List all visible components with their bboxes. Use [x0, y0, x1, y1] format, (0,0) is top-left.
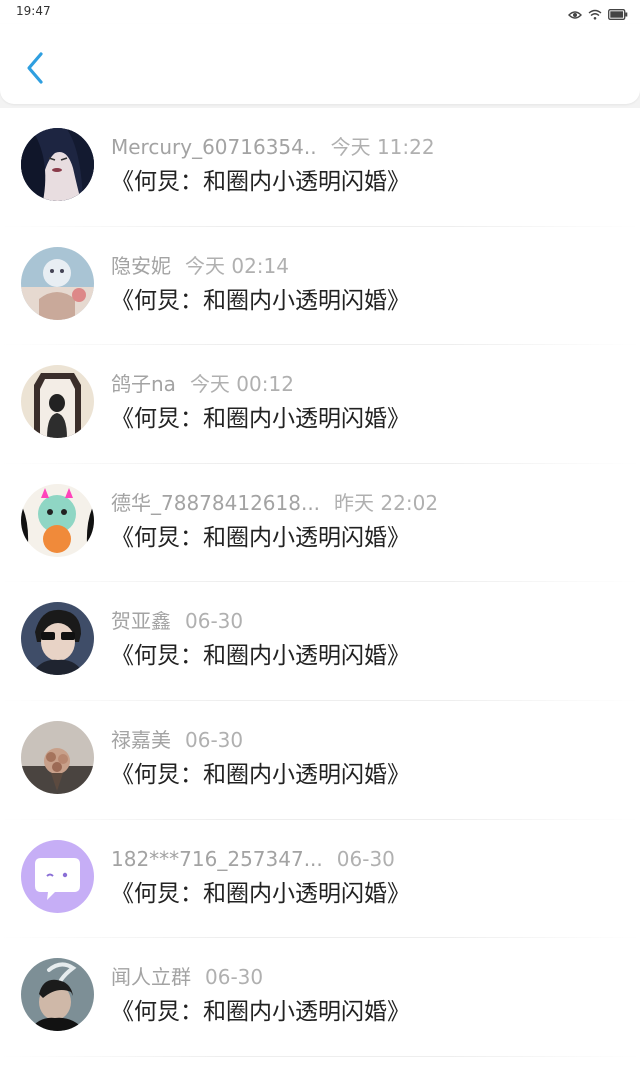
- list-item[interactable]: 182***716_257347... 06-30 《何炅：和圈内小透明闪婚》: [0, 820, 640, 939]
- wifi-icon: [588, 5, 602, 24]
- eye-icon: [568, 5, 582, 24]
- avatar[interactable]: [21, 128, 94, 201]
- battery-icon: [608, 5, 628, 24]
- comment-time: 06-30: [185, 727, 244, 752]
- avatar[interactable]: [21, 365, 94, 439]
- username[interactable]: Mercury_60716354..: [111, 135, 317, 159]
- comment-text: 《何炅：和圈内小透明闪婚》: [111, 169, 410, 195]
- comment-time: 今天 02:14: [185, 253, 289, 278]
- comment-time: 今天 00:12: [189, 372, 294, 397]
- list-item[interactable]: 鸽子na 今天 00:12 《何炅：和圈内小透明闪婚》: [0, 345, 640, 464]
- list-item[interactable]: 禄嘉美 06-30 《何炅：和圈内小透明闪婚》: [0, 701, 640, 820]
- comment-time: 今天 11:22: [330, 135, 435, 159]
- avatar[interactable]: [21, 839, 94, 913]
- comment-time: 06-30: [336, 846, 395, 871]
- comment-meta: 182***716_257347... 06-30: [111, 847, 395, 871]
- comment-time: 昨天 22:02: [334, 490, 439, 515]
- comment-meta: 隐安妮 今天 02:14: [111, 254, 289, 278]
- username[interactable]: 隐安妮: [111, 254, 171, 278]
- comment-time: 06-30: [205, 965, 264, 990]
- comment-text: 《何炅：和圈内小透明闪婚》: [111, 524, 410, 551]
- comment-text: 《何炅：和圈内小透明闪婚》: [111, 761, 410, 788]
- username[interactable]: 182***716_257347...: [111, 847, 323, 871]
- divider: [0, 1055, 640, 1057]
- comment-text: 《何炅：和圈内小透明闪婚》: [111, 643, 410, 670]
- list-item[interactable]: 德华_78878412618... 昨天 22:02 《何炅：和圈内小透明闪婚》: [0, 464, 640, 583]
- list-item[interactable]: 闻人立群 06-30 《何炅：和圈内小透明闪婚》: [0, 938, 640, 1057]
- comment-meta: 德华_78878412618... 昨天 22:02: [111, 491, 438, 515]
- username[interactable]: 贺亚鑫: [111, 609, 171, 633]
- comment-meta: 闻人立群 06-30: [111, 965, 263, 989]
- header: [0, 24, 640, 104]
- status-icons: [568, 5, 628, 24]
- comment-meta: 贺亚鑫 06-30: [111, 609, 243, 633]
- comment-text: 《何炅：和圈内小透明闪婚》: [111, 406, 410, 433]
- back-button[interactable]: [18, 50, 52, 90]
- status-time: 19:47: [16, 4, 51, 18]
- comment-meta: 禄嘉美 06-30: [111, 728, 243, 752]
- username[interactable]: 鸽子na: [111, 372, 176, 396]
- avatar[interactable]: [21, 602, 94, 676]
- comment-meta: 鸽子na 今天 00:12: [111, 372, 294, 396]
- list-item[interactable]: Mercury_60716354.. 今天 11:22 《何炅：和圈内小透明闪婚》: [0, 108, 640, 227]
- comment-meta: Mercury_60716354.. 今天 11:22: [111, 135, 435, 159]
- avatar[interactable]: [21, 483, 94, 557]
- username[interactable]: 禄嘉美: [111, 728, 171, 752]
- avatar[interactable]: [21, 720, 94, 794]
- status-bar: 19:47: [0, 0, 640, 24]
- chevron-left-icon: [25, 51, 45, 89]
- comment-text: 《何炅：和圈内小透明闪婚》: [111, 880, 410, 907]
- avatar[interactable]: [21, 958, 94, 1032]
- comment-list: Mercury_60716354.. 今天 11:22 《何炅：和圈内小透明闪婚》…: [0, 108, 640, 1067]
- username[interactable]: 德华_78878412618...: [111, 491, 320, 515]
- comment-text: 《何炅：和圈内小透明闪婚》: [111, 287, 410, 314]
- avatar[interactable]: [21, 246, 94, 320]
- list-item[interactable]: 隐安妮 今天 02:14 《何炅：和圈内小透明闪婚》: [0, 227, 640, 346]
- list-item[interactable]: 贺亚鑫 06-30 《何炅：和圈内小透明闪婚》: [0, 582, 640, 701]
- username[interactable]: 闻人立群: [111, 965, 191, 989]
- comment-time: 06-30: [185, 609, 244, 634]
- comment-text: 《何炅：和圈内小透明闪婚》: [111, 999, 410, 1026]
